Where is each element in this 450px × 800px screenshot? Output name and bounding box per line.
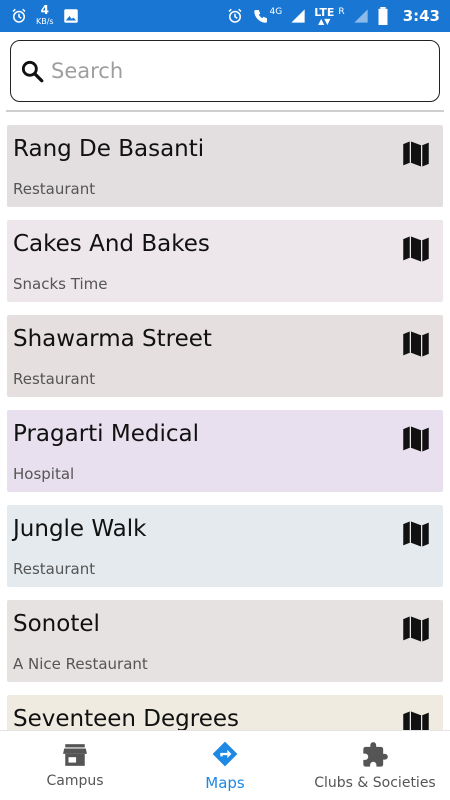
- place-category: Restaurant: [13, 560, 96, 578]
- list-item[interactable]: Pragarti Medical Hospital: [7, 410, 443, 492]
- roaming-indicator: R: [338, 6, 345, 17]
- store-icon: [62, 743, 88, 767]
- map-icon[interactable]: [399, 422, 433, 460]
- signal-icon: [353, 8, 369, 24]
- place-category: Hospital: [13, 465, 75, 483]
- search-bar: [10, 40, 440, 102]
- place-category: Restaurant: [13, 180, 96, 198]
- place-name: Shawarma Street: [13, 326, 212, 352]
- nav-label: Maps: [205, 773, 245, 792]
- nav-clubs-societies[interactable]: Clubs & Societies: [300, 731, 450, 800]
- network-speed: 4 KB/s: [36, 3, 54, 27]
- place-category: A Nice Restaurant: [13, 655, 148, 673]
- bottom-navigation: Campus Maps Clubs & Societies: [0, 730, 450, 800]
- places-list[interactable]: Rang De Basanti Restaurant Cakes And Bak…: [0, 112, 450, 730]
- network-speed-unit: KB/s: [36, 17, 54, 26]
- map-icon[interactable]: [399, 612, 433, 650]
- image-icon: [62, 7, 80, 25]
- map-icon[interactable]: [399, 707, 433, 730]
- alarm-icon: [226, 7, 244, 25]
- nav-label: Clubs & Societies: [314, 774, 436, 791]
- list-item[interactable]: Seventeen Degrees: [7, 695, 443, 730]
- signal-icon: [290, 8, 306, 24]
- nav-label: Campus: [46, 772, 104, 789]
- clock: 3:43: [402, 7, 440, 25]
- place-name: Cakes And Bakes: [13, 231, 210, 257]
- puzzle-icon: [361, 741, 389, 769]
- map-icon[interactable]: [399, 327, 433, 365]
- place-name: Pragarti Medical: [13, 421, 199, 447]
- call-wifi-icon: [252, 7, 270, 25]
- lte-label: LTE: [314, 5, 335, 19]
- map-icon[interactable]: [399, 232, 433, 270]
- battery-icon: [377, 7, 389, 25]
- list-item[interactable]: Cakes And Bakes Snacks Time: [7, 220, 443, 302]
- status-bar: 4 KB/s 4G LTE ▲▼ R 3:43: [0, 0, 450, 32]
- data-arrows-icon: ▲▼: [318, 16, 331, 26]
- lte-indicator: LTE ▲▼: [314, 7, 334, 26]
- map-icon[interactable]: [399, 517, 433, 555]
- place-name: Rang De Basanti: [13, 136, 205, 162]
- list-item[interactable]: Sonotel A Nice Restaurant: [7, 600, 443, 682]
- place-name: Sonotel: [13, 611, 100, 637]
- place-category: Snacks Time: [13, 275, 108, 293]
- list-item[interactable]: Shawarma Street Restaurant: [7, 315, 443, 397]
- network-4g: 4G: [269, 6, 283, 17]
- alarm-icon: [10, 7, 28, 25]
- list-item[interactable]: Jungle Walk Restaurant: [7, 505, 443, 587]
- search-icon[interactable]: [19, 58, 45, 84]
- search-box[interactable]: [10, 40, 440, 102]
- network-speed-value: 4: [40, 3, 49, 17]
- place-category: Restaurant: [13, 370, 96, 388]
- place-name: Seventeen Degrees: [13, 706, 239, 730]
- nav-maps[interactable]: Maps: [150, 731, 300, 800]
- search-input[interactable]: [51, 59, 411, 83]
- map-icon[interactable]: [399, 137, 433, 175]
- nav-campus[interactable]: Campus: [0, 731, 150, 800]
- place-name: Jungle Walk: [13, 516, 147, 542]
- directions-icon: [211, 740, 239, 768]
- list-item[interactable]: Rang De Basanti Restaurant: [7, 125, 443, 207]
